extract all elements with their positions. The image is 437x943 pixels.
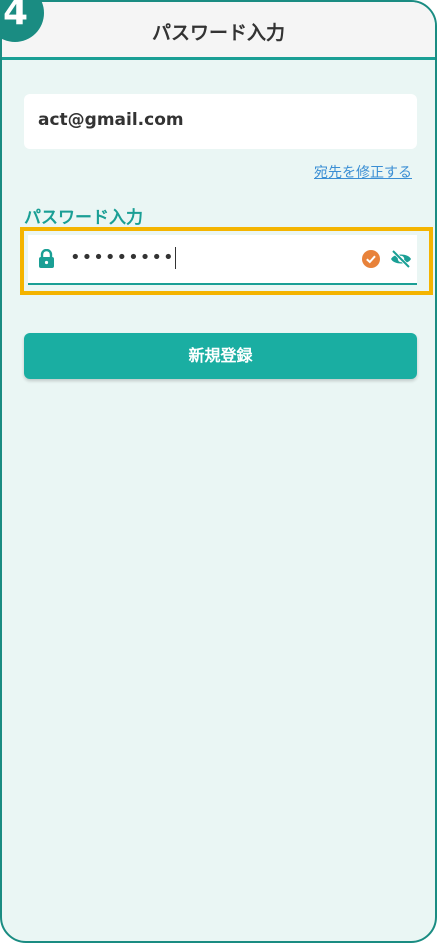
focus-highlight-frame	[20, 227, 433, 295]
phone-frame: パスワード入力 act@gmail.com 宛先を修正する パスワード入力 ••…	[0, 0, 437, 943]
register-button[interactable]: 新規登録	[24, 333, 417, 379]
email-value: act@gmail.com	[38, 110, 184, 130]
email-display: act@gmail.com	[24, 94, 417, 149]
edit-address-link[interactable]: 宛先を修正する	[314, 162, 412, 182]
password-label: パスワード入力	[24, 208, 143, 228]
app-header: パスワード入力	[2, 2, 435, 60]
page-title: パスワード入力	[151, 22, 285, 44]
